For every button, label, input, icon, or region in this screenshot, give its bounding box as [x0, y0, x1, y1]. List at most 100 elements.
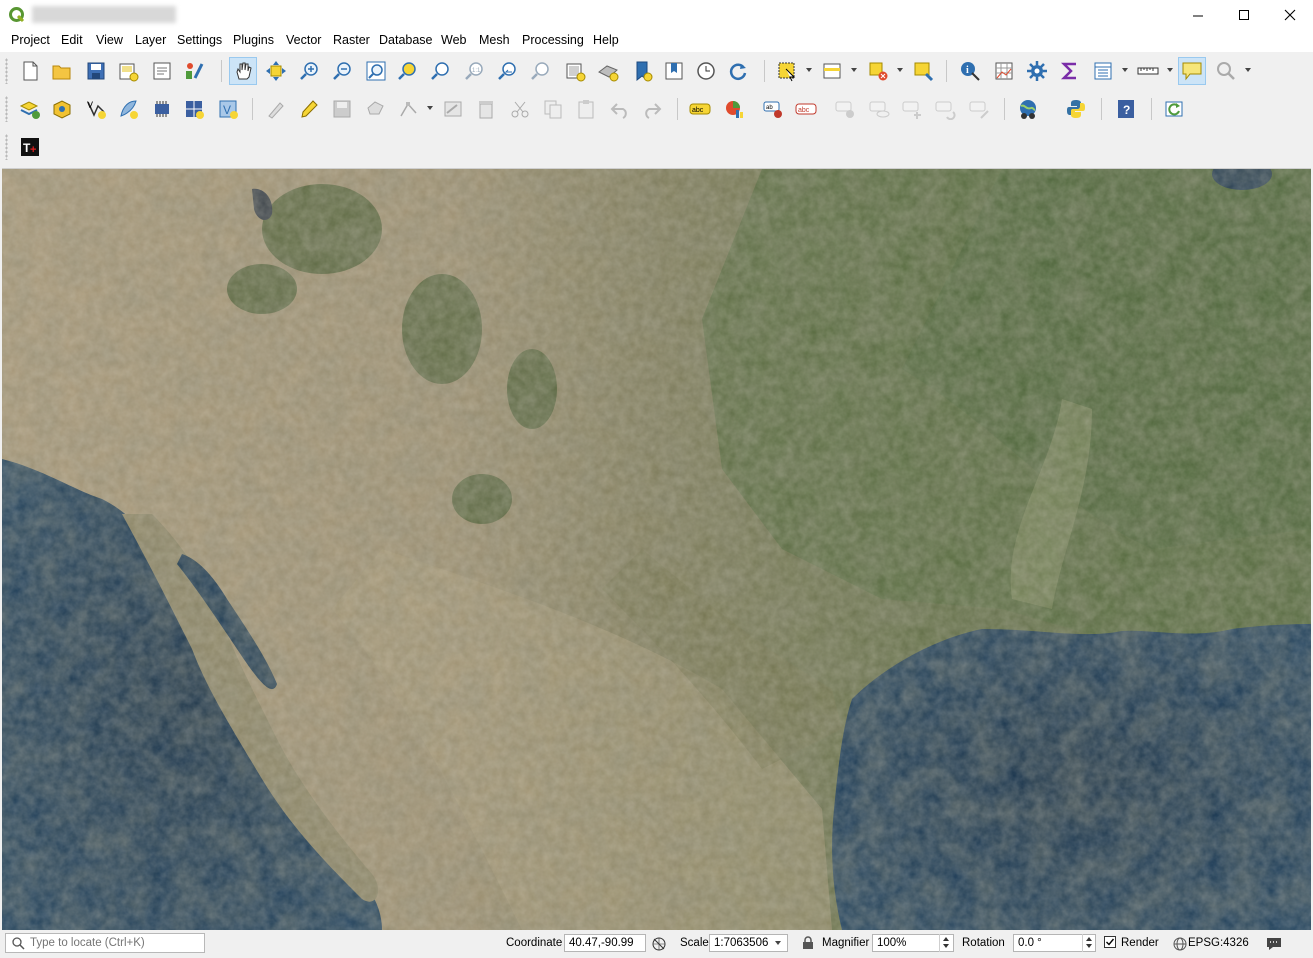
- menu-web[interactable]: Web: [441, 33, 466, 47]
- pin-labels-button[interactable]: [832, 95, 860, 123]
- new-geopackage-layer-button[interactable]: [48, 95, 76, 123]
- select-features-button[interactable]: [773, 57, 801, 85]
- satellite-basemap[interactable]: [2, 169, 1311, 930]
- plugin-reloader-button[interactable]: [1160, 95, 1188, 123]
- field-calculator-button[interactable]: [1089, 57, 1117, 85]
- rotation-spin-buttons[interactable]: [1082, 934, 1096, 952]
- select-by-location-button[interactable]: [909, 57, 937, 85]
- zoom-next-button[interactable]: [527, 57, 555, 85]
- save-layer-edits-button[interactable]: [328, 95, 356, 123]
- menu-raster[interactable]: Raster: [333, 33, 370, 47]
- locator-dropdown[interactable]: [1245, 68, 1251, 72]
- crs-button[interactable]: EPSG:4326: [1188, 937, 1249, 949]
- menu-processing[interactable]: Processing: [522, 33, 584, 47]
- vertex-tool-dropdown[interactable]: [427, 106, 433, 110]
- menu-settings[interactable]: Settings: [177, 33, 222, 47]
- pan-map-button[interactable]: [229, 57, 257, 85]
- render-checkbox[interactable]: [1104, 936, 1116, 948]
- new-project-button[interactable]: [16, 57, 44, 85]
- processing-toolbox-button[interactable]: [1023, 57, 1051, 85]
- menu-plugins[interactable]: Plugins: [233, 33, 274, 47]
- data-source-manager-button[interactable]: [16, 95, 44, 123]
- show-spatial-bookmarks-button[interactable]: [660, 57, 688, 85]
- measure-dropdown[interactable]: [1167, 68, 1173, 72]
- statistical-summary-button[interactable]: [1056, 57, 1084, 85]
- menu-vector[interactable]: Vector: [286, 33, 321, 47]
- map-canvas[interactable]: [2, 168, 1311, 930]
- new-map-view-button[interactable]: [561, 57, 589, 85]
- identify-features-button[interactable]: i: [956, 57, 984, 85]
- deselect-dropdown[interactable]: [897, 68, 903, 72]
- menu-mesh[interactable]: Mesh: [479, 33, 510, 47]
- copy-features-button[interactable]: [539, 95, 567, 123]
- close-button[interactable]: [1267, 0, 1313, 30]
- new-spatialite-layer-button[interactable]: [114, 95, 142, 123]
- select-features-dropdown[interactable]: [806, 68, 812, 72]
- field-calculator-dropdown[interactable]: [1122, 68, 1128, 72]
- new-shapefile-layer-button[interactable]: V: [82, 95, 110, 123]
- layer-labeling-button[interactable]: abc: [686, 95, 714, 123]
- zoom-in-button[interactable]: [296, 57, 324, 85]
- toolbar-handle[interactable]: [5, 96, 8, 122]
- attribute-table-selection-button[interactable]: [818, 57, 846, 85]
- paste-features-button[interactable]: [572, 95, 600, 123]
- locator-search-button[interactable]: [1212, 57, 1240, 85]
- coordinate-field[interactable]: 40.47,-90.99: [564, 934, 646, 952]
- menu-edit[interactable]: Edit: [61, 33, 83, 47]
- move-label-button[interactable]: [899, 95, 927, 123]
- measure-line-button[interactable]: [1134, 57, 1162, 85]
- cut-features-button[interactable]: [506, 95, 534, 123]
- open-project-button[interactable]: [48, 57, 76, 85]
- layer-diagram-button[interactable]: [720, 95, 748, 123]
- menu-database[interactable]: Database: [379, 33, 433, 47]
- zoom-last-button[interactable]: [494, 57, 522, 85]
- messages-icon[interactable]: [1266, 937, 1282, 951]
- t-plus-plugin-button[interactable]: T +: [16, 133, 44, 161]
- menu-layer[interactable]: Layer: [135, 33, 166, 47]
- toggle-extents-icon[interactable]: [651, 936, 667, 952]
- zoom-native-resolution-button[interactable]: 1:1: [461, 57, 489, 85]
- temporal-controller-button[interactable]: [692, 57, 720, 85]
- highlight-pinned-labels-button[interactable]: ab: [760, 95, 788, 123]
- attribute-table-dropdown[interactable]: [851, 68, 857, 72]
- python-console-button[interactable]: [1062, 95, 1090, 123]
- maximize-button[interactable]: [1221, 0, 1267, 30]
- lock-scale-icon[interactable]: [802, 936, 814, 950]
- show-hide-labels-button[interactable]: [866, 95, 894, 123]
- toggle-editing-button[interactable]: [295, 95, 323, 123]
- new-mesh-layer-button[interactable]: V: [214, 95, 242, 123]
- redo-button[interactable]: [638, 95, 666, 123]
- new-spatial-bookmark-button[interactable]: [628, 57, 656, 85]
- open-attribute-table-button[interactable]: [990, 57, 1018, 85]
- pan-to-selection-button[interactable]: [262, 57, 290, 85]
- new-temporary-layer-button[interactable]: [180, 95, 208, 123]
- minimize-button[interactable]: [1175, 0, 1221, 30]
- style-manager-button[interactable]: [180, 57, 208, 85]
- deselect-all-button[interactable]: [864, 57, 892, 85]
- rotate-label-button[interactable]: [932, 95, 960, 123]
- add-polygon-feature-button[interactable]: [362, 95, 390, 123]
- menu-view[interactable]: View: [96, 33, 123, 47]
- zoom-out-button[interactable]: [329, 57, 357, 85]
- undo-button[interactable]: [606, 95, 634, 123]
- current-edits-button[interactable]: [262, 95, 290, 123]
- show-map-tips-button[interactable]: [1178, 57, 1206, 85]
- magnifier-spin-buttons[interactable]: [939, 934, 953, 952]
- scale-dropdown-chevron-icon[interactable]: [775, 941, 781, 945]
- layout-manager-button[interactable]: [148, 57, 176, 85]
- refresh-button[interactable]: [724, 57, 752, 85]
- help-contents-button[interactable]: ?: [1112, 95, 1140, 123]
- delete-selected-button[interactable]: [472, 95, 500, 123]
- zoom-to-selection-button[interactable]: [394, 57, 422, 85]
- toggle-display-labels-button[interactable]: abc: [792, 95, 820, 123]
- locator-bar[interactable]: [5, 933, 205, 953]
- toolbar-handle[interactable]: [5, 58, 8, 84]
- vertex-tool-button[interactable]: [395, 95, 423, 123]
- menu-help[interactable]: Help: [593, 33, 619, 47]
- toolbar-handle[interactable]: [5, 134, 8, 160]
- zoom-full-button[interactable]: [362, 57, 390, 85]
- save-project-button[interactable]: [82, 57, 110, 85]
- menu-project[interactable]: Project: [11, 33, 50, 47]
- zoom-to-layer-button[interactable]: [427, 57, 455, 85]
- new-3d-map-view-button[interactable]: [594, 57, 622, 85]
